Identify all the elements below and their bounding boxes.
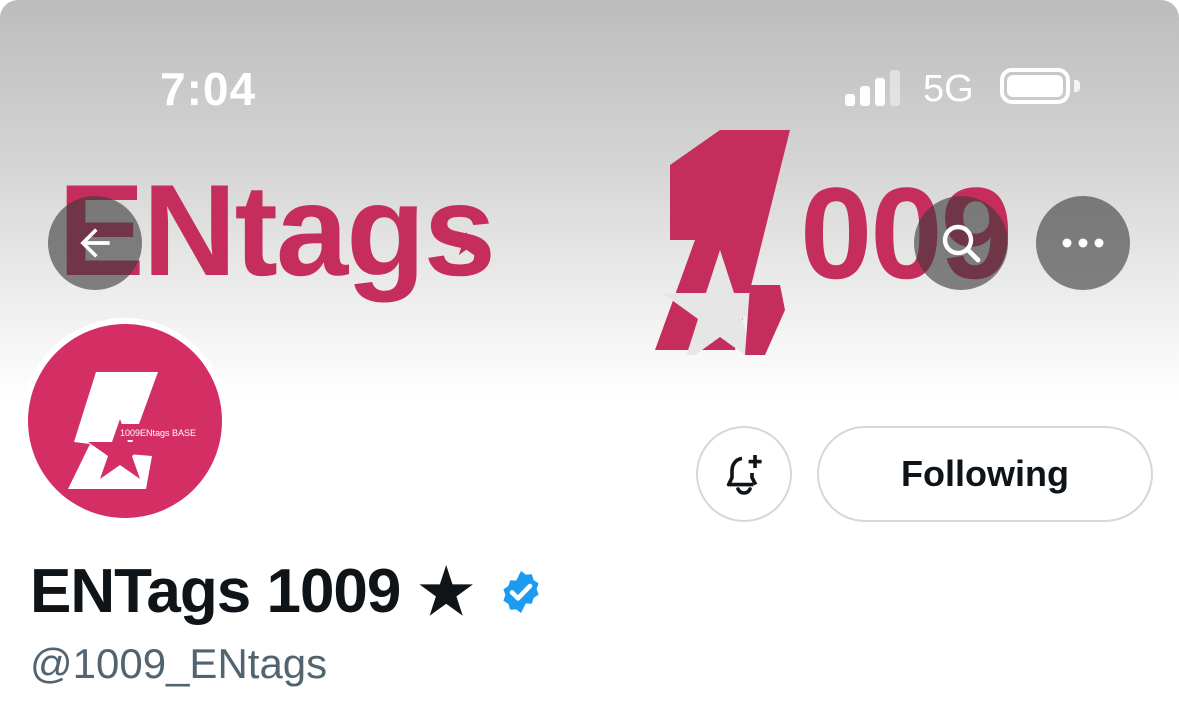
- display-name-text: ENTags 1009: [30, 557, 401, 626]
- network-label: 5G: [923, 68, 974, 110]
- bell-plus-icon: [726, 455, 762, 495]
- banner-star-icon: ★: [452, 226, 481, 262]
- search-button[interactable]: [914, 196, 1008, 290]
- back-button[interactable]: [48, 196, 142, 290]
- battery-icon: [1000, 68, 1070, 104]
- back-arrow-icon: [80, 228, 110, 258]
- status-time: 7:04: [160, 63, 257, 115]
- banner-logo-numeral: [655, 130, 790, 355]
- profile-display-name: ENTags 1009 ★: [30, 555, 545, 628]
- more-icon: [1062, 238, 1104, 248]
- signal-icon: [845, 70, 907, 106]
- following-button[interactable]: Following: [817, 426, 1153, 522]
- name-star-emoji: ★: [418, 558, 474, 627]
- more-button[interactable]: [1036, 196, 1130, 290]
- avatar-label: 1009ENtags BASE: [120, 428, 196, 438]
- avatar-logo: 1009ENtags BASE: [68, 372, 216, 489]
- avatar[interactable]: 1009ENtags BASE: [22, 318, 228, 524]
- notifications-button[interactable]: [696, 426, 792, 522]
- search-icon: [942, 224, 981, 263]
- profile-handle: @1009_ENtags: [30, 640, 328, 687]
- verified-badge-icon[interactable]: [497, 568, 545, 616]
